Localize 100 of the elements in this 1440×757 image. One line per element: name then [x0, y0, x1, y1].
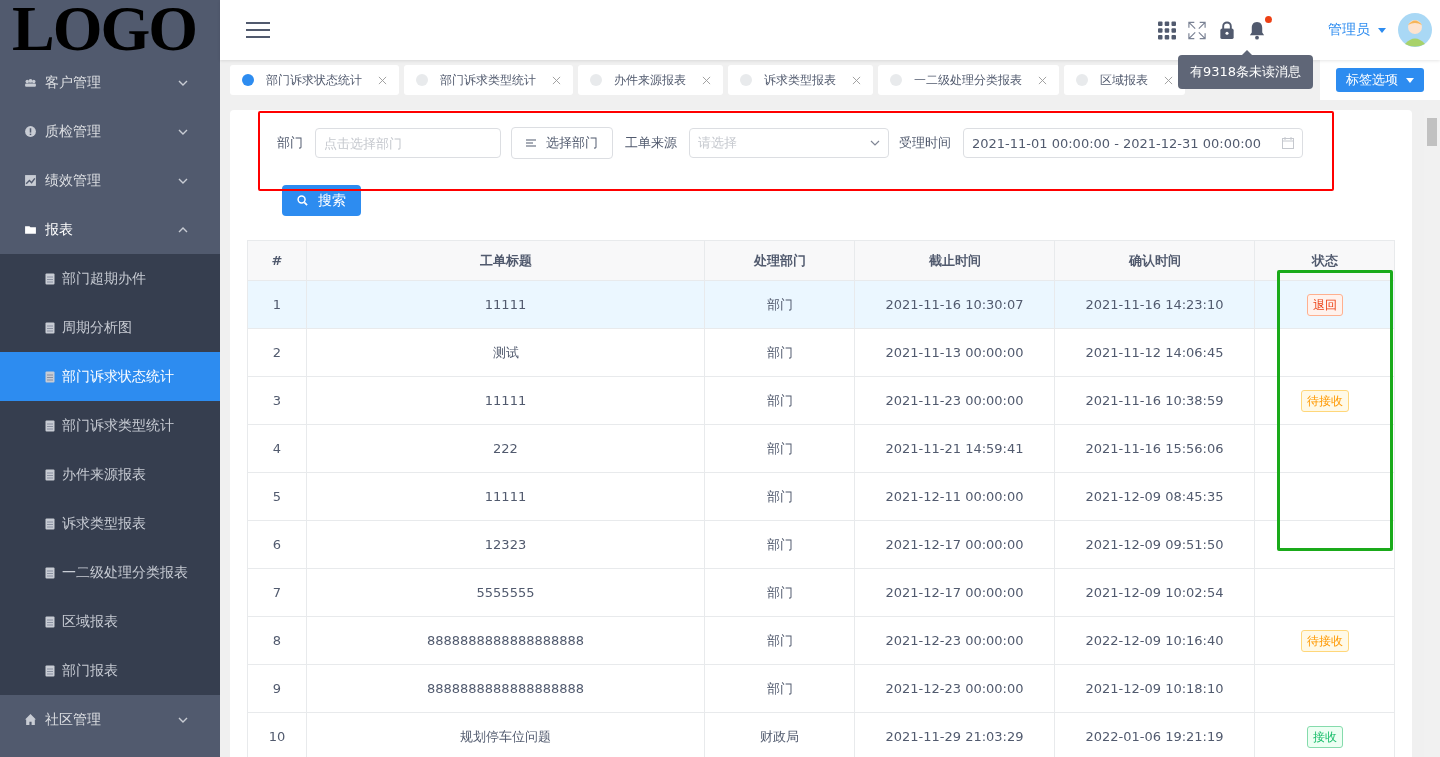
page-tab[interactable]: 办件来源报表 — [578, 65, 723, 95]
people-icon — [24, 76, 37, 89]
page-tab[interactable]: 一二级处理分类报表 — [878, 65, 1059, 95]
bell-icon[interactable] — [1248, 20, 1266, 40]
table-cell: 6 — [247, 520, 307, 569]
document-icon — [45, 615, 55, 628]
list-icon — [526, 139, 536, 147]
table-cell: 9 — [247, 664, 307, 713]
caret-icon — [1378, 27, 1386, 33]
table-cell: 2021-12-17 00:00:00 — [854, 568, 1055, 617]
table-cell: 8888888888888888888 — [306, 664, 705, 713]
close-icon[interactable] — [852, 75, 861, 85]
table-cell: 1 — [247, 280, 307, 329]
table-cell: 2021-11-12 14:06:45 — [1054, 328, 1255, 377]
table-cell: 3 — [247, 376, 307, 425]
table-cell: 11111 — [306, 376, 705, 425]
sidebar-item[interactable]: 社区管理 — [0, 695, 220, 744]
close-icon[interactable] — [378, 75, 387, 85]
document-icon — [45, 272, 55, 285]
table-cell: 4 — [247, 424, 307, 473]
sidebar-item[interactable]: 报表 — [0, 205, 220, 254]
choose-department-button[interactable]: 选择部门 — [511, 127, 613, 159]
column-header: 截止时间 — [854, 240, 1055, 281]
table-cell: 222 — [306, 424, 705, 473]
page-tab[interactable]: 区域报表 — [1064, 65, 1185, 95]
table-cell: 10 — [247, 712, 307, 757]
column-header: 确认时间 — [1054, 240, 1255, 281]
close-icon[interactable] — [1038, 75, 1047, 85]
status-tag: 待接收 — [1300, 629, 1349, 652]
close-icon[interactable] — [702, 75, 711, 85]
menu-icon[interactable] — [246, 21, 270, 39]
page-tab[interactable]: 部门诉求类型统计 — [404, 65, 573, 95]
user-menu[interactable]: 管理员 — [1328, 21, 1370, 39]
table-cell: 2021-11-13 00:00:00 — [854, 328, 1055, 377]
table-cell: 部门 — [704, 616, 855, 665]
calendar-icon — [1282, 137, 1294, 149]
column-header: 工单标题 — [306, 240, 705, 281]
column-header: 处理部门 — [704, 240, 855, 281]
grid-icon[interactable] — [1158, 20, 1176, 40]
table-cell: 2 — [247, 328, 307, 377]
home-icon — [24, 713, 37, 726]
avatar[interactable] — [1398, 13, 1432, 47]
notification-dot — [1265, 15, 1272, 23]
page-tab[interactable]: 诉求类型报表 — [728, 65, 873, 95]
column-header: 状态 — [1254, 240, 1395, 281]
table-cell: 部门 — [704, 472, 855, 521]
document-icon — [45, 468, 55, 481]
document-icon — [45, 370, 55, 383]
sidebar-subitem[interactable]: 部门报表 — [0, 646, 220, 695]
chevron-icon — [178, 177, 188, 184]
table-cell: 部门 — [704, 664, 855, 713]
table-cell: 2021-12-23 00:00:00 — [854, 664, 1055, 713]
close-icon[interactable] — [552, 75, 561, 85]
caret-icon — [1406, 77, 1414, 83]
fullscreen-icon[interactable] — [1188, 20, 1206, 40]
table-cell: 部门 — [704, 280, 855, 329]
sidebar-item[interactable]: 质检管理 — [0, 107, 220, 156]
table-cell: 5555555 — [306, 568, 705, 617]
sidebar-subitem[interactable]: 一二级处理分类报表 — [0, 548, 220, 597]
field-label: 部门 — [277, 134, 303, 152]
close-icon[interactable] — [1164, 75, 1173, 85]
sidebar-subitem[interactable]: 诉求类型报表 — [0, 499, 220, 548]
chart-icon — [24, 174, 37, 187]
table-cell: 2021-11-16 10:30:07 — [854, 280, 1055, 329]
table-cell: 2021-11-16 15:56:06 — [1054, 424, 1255, 473]
chevron-icon — [178, 79, 188, 86]
date-range-field[interactable]: 2021-11-01 00:00:00 - 2021-12-31 00:00:00 — [963, 128, 1303, 158]
sidebar-subitem[interactable]: 部门诉求类型统计 — [0, 401, 220, 450]
table-cell: 8888888888888888888 — [306, 616, 705, 665]
table-cell: 12323 — [306, 520, 705, 569]
field-label: 工单来源 — [625, 134, 677, 152]
column-header: # — [247, 240, 307, 281]
table-cell: 7 — [247, 568, 307, 617]
table-cell: 部门 — [704, 568, 855, 617]
table-cell: 2021-11-16 14:23:10 — [1054, 280, 1255, 329]
document-icon — [45, 664, 55, 677]
table-cell: 测试 — [306, 328, 705, 377]
sidebar-subitem[interactable]: 区域报表 — [0, 597, 220, 646]
table-cell: 2021-12-09 08:45:35 — [1054, 472, 1255, 521]
table-cell: 2021-11-16 10:38:59 — [1054, 376, 1255, 425]
table-cell: 2021-12-09 10:18:10 — [1054, 664, 1255, 713]
sidebar-subitem[interactable]: 办件来源报表 — [0, 450, 220, 499]
sidebar-subitem[interactable]: 部门超期办件 — [0, 254, 220, 303]
table-cell: 11111 — [306, 472, 705, 521]
page-tab[interactable]: 部门诉求状态统计 — [230, 65, 399, 95]
status-tag: 退回 — [1306, 293, 1343, 316]
table-cell: 11111 — [306, 280, 705, 329]
table-cell: 2021-12-09 10:02:54 — [1054, 568, 1255, 617]
table-cell: 部门 — [704, 424, 855, 473]
table-cell: 部门 — [704, 328, 855, 377]
lock-icon[interactable] — [1218, 20, 1236, 40]
sidebar-subitem[interactable]: 周期分析图 — [0, 303, 220, 352]
status-tag: 待接收 — [1300, 389, 1349, 412]
folder-icon — [24, 223, 37, 236]
sidebar-item[interactable]: 客户管理 — [0, 58, 220, 107]
table-cell: 2022-12-09 10:16:40 — [1054, 616, 1255, 665]
sidebar-item[interactable]: 绩效管理 — [0, 156, 220, 205]
table-cell: 5 — [247, 472, 307, 521]
document-icon — [45, 517, 55, 530]
table-cell: 2021-12-17 00:00:00 — [854, 520, 1055, 569]
